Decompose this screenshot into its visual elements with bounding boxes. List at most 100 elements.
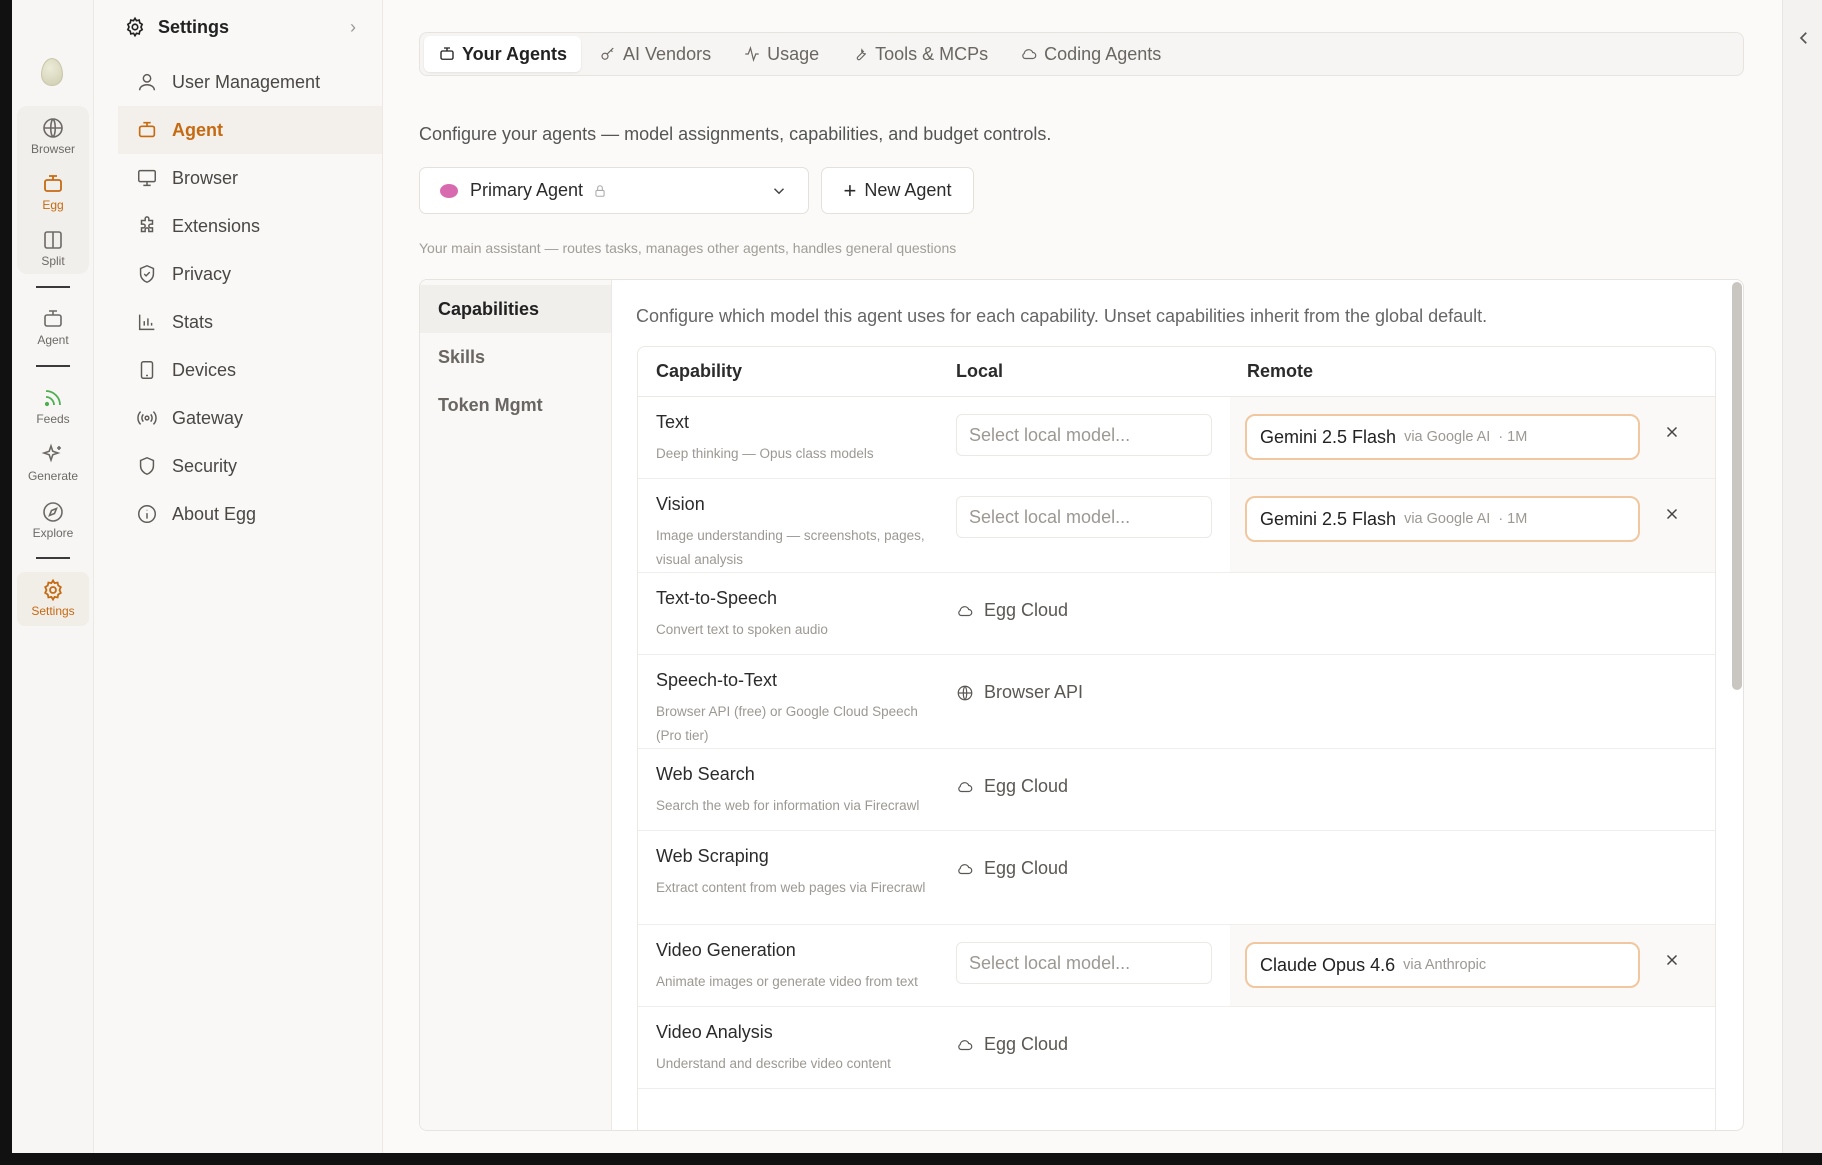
sidebar-item-gateway[interactable]: Gateway: [118, 394, 382, 442]
sparkle-icon: [41, 443, 61, 463]
provider-value: Browser API: [956, 682, 1083, 703]
local-model-select[interactable]: Select local model...: [956, 496, 1212, 538]
cloud-icon: [958, 605, 973, 616]
sidebar-item-about-egg[interactable]: About Egg: [118, 490, 382, 538]
sidebar-item-extensions[interactable]: Extensions: [118, 202, 382, 250]
cloud-icon: [958, 781, 973, 792]
chevron-down-icon: [773, 188, 785, 195]
tab-usage[interactable]: Usage: [729, 36, 833, 72]
sidebar-item-privacy[interactable]: Privacy: [118, 250, 382, 298]
sidebar-item-agent[interactable]: Agent: [118, 106, 382, 154]
close-icon[interactable]: [1663, 951, 1681, 969]
capability-name: Web Search: [656, 764, 755, 784]
rail-egg[interactable]: Egg: [17, 166, 89, 220]
capability-name: Vision: [656, 494, 705, 514]
wrench-icon: [856, 48, 867, 61]
sidebar-item-devices[interactable]: Devices: [118, 346, 382, 394]
rail-separator: [36, 286, 70, 288]
bar-chart-icon: [138, 314, 155, 331]
rail-feeds[interactable]: Feeds: [17, 380, 89, 434]
capability-name: Video Analysis: [656, 1022, 773, 1042]
tab-your-agents[interactable]: Your Agents: [424, 36, 582, 72]
puzzle-icon: [140, 216, 154, 233]
robot-icon: [44, 310, 62, 327]
agent-subtitle: Your main assistant — routes tasks, mana…: [419, 240, 957, 256]
agent-selector[interactable]: Primary Agent: [419, 167, 809, 214]
gear-icon: [126, 16, 144, 38]
split-icon: [44, 231, 62, 249]
rail-generate[interactable]: Generate: [17, 437, 89, 491]
shield-icon: [139, 456, 155, 476]
rail-explore[interactable]: Explore: [17, 494, 89, 548]
robot-icon: [44, 175, 62, 192]
tab-coding-agents[interactable]: Coding Agents: [1006, 36, 1175, 72]
table-row: Text-to-Speech Convert text to spoken au…: [638, 573, 1715, 655]
rail-settings[interactable]: Settings: [17, 572, 89, 626]
provider-value: Egg Cloud: [956, 776, 1068, 797]
close-icon[interactable]: [1663, 423, 1681, 441]
user-icon: [138, 73, 156, 91]
close-icon[interactable]: [1663, 505, 1681, 523]
settings-title: Settings: [158, 16, 230, 37]
table-row: Video Generation Animate images or gener…: [638, 925, 1715, 1007]
rail-agent[interactable]: Agent: [17, 301, 89, 355]
capability-desc: Convert text to spoken audio: [656, 622, 828, 637]
sidebar-item-user-management[interactable]: User Management: [118, 58, 382, 106]
side-panel-edge: [1782, 0, 1822, 1153]
plus-icon: +: [843, 177, 857, 203]
capability-desc: Understand and describe video content: [656, 1056, 891, 1071]
subnav-skills[interactable]: Skills: [420, 333, 611, 381]
globe-icon: [957, 685, 973, 700]
brain-icon: [440, 183, 458, 198]
lock-icon: [595, 184, 605, 197]
capability-name: Text-to-Speech: [656, 588, 778, 608]
capability-desc: Browser API (free) or Google Cloud Speec…: [656, 704, 918, 743]
compass-icon: [43, 502, 63, 522]
remote-model-select[interactable]: Gemini 2.5 Flash via Google AI · 1M: [1245, 414, 1640, 460]
header-capability: Capability: [656, 361, 743, 381]
tab-ai-vendors[interactable]: AI Vendors: [585, 36, 725, 72]
subnav-token-mgmt[interactable]: Token Mgmt: [420, 381, 611, 429]
gear-icon: [44, 578, 62, 602]
activity-icon: [745, 45, 759, 63]
table-row: Web Scraping Extract content from web pa…: [638, 831, 1715, 925]
header-remote: Remote: [1247, 361, 1314, 381]
capability-name: Web Scraping: [656, 846, 769, 866]
table-row: Speech-to-Text Browser API (free) or Goo…: [638, 655, 1715, 749]
sidebar-item-security[interactable]: Security: [118, 442, 382, 490]
cloud-icon: [958, 1039, 973, 1050]
tablet-icon: [140, 361, 154, 379]
local-model-select[interactable]: Select local model...: [956, 414, 1212, 456]
capabilities-table: Capability Local Remote Text Deep thinki…: [637, 346, 1716, 1130]
sidebar-item-stats[interactable]: Stats: [118, 298, 382, 346]
scrollbar-thumb[interactable]: [1732, 282, 1742, 690]
key-icon: [601, 47, 614, 60]
remote-model-select[interactable]: Gemini 2.5 Flash via Google AI · 1M: [1245, 496, 1640, 542]
broadcast-icon: [137, 411, 157, 425]
agent-selector-value: Primary Agent: [470, 180, 584, 200]
capability-name: Speech-to-Text: [656, 670, 778, 690]
table-row: Video Analysis Understand and describe v…: [638, 1007, 1715, 1089]
shield-check-icon: [139, 264, 155, 284]
rail-browser[interactable]: Browser: [17, 110, 89, 164]
remote-model-select[interactable]: Claude Opus 4.6 via Anthropic: [1245, 942, 1640, 988]
cloud-icon: [958, 863, 973, 874]
rail-split[interactable]: Split: [17, 222, 89, 276]
new-agent-button[interactable]: + New Agent: [821, 167, 974, 214]
local-model-select[interactable]: Select local model...: [956, 942, 1212, 984]
capability-desc: Image understanding — screenshots, pages…: [656, 528, 925, 567]
agent-config-panel: Capabilities Skills Token Mgmt Configure…: [419, 279, 1744, 1131]
chevron-right-icon: ›: [350, 16, 356, 37]
sidebar-item-browser[interactable]: Browser: [118, 154, 382, 202]
agent-tabs: Your Agents AI Vendors Usage Tools & MCP…: [419, 32, 1744, 76]
subnav-capabilities[interactable]: Capabilities: [420, 285, 611, 333]
app-window: Browser Egg Split Agent Feeds Generate E…: [12, 0, 1782, 1153]
settings-header[interactable]: Settings ›: [124, 12, 356, 42]
chevron-left-icon[interactable]: [1795, 26, 1813, 50]
capabilities-description: Configure which model this agent uses fo…: [636, 306, 1488, 326]
egg-logo-icon[interactable]: [41, 58, 63, 86]
agent-subnav: Capabilities Skills Token Mgmt: [420, 280, 612, 1130]
provider-value: Egg Cloud: [956, 1034, 1068, 1055]
capability-desc: Animate images or generate video from te…: [656, 974, 918, 989]
tab-tools-mcps[interactable]: Tools & MCPs: [837, 36, 1002, 72]
